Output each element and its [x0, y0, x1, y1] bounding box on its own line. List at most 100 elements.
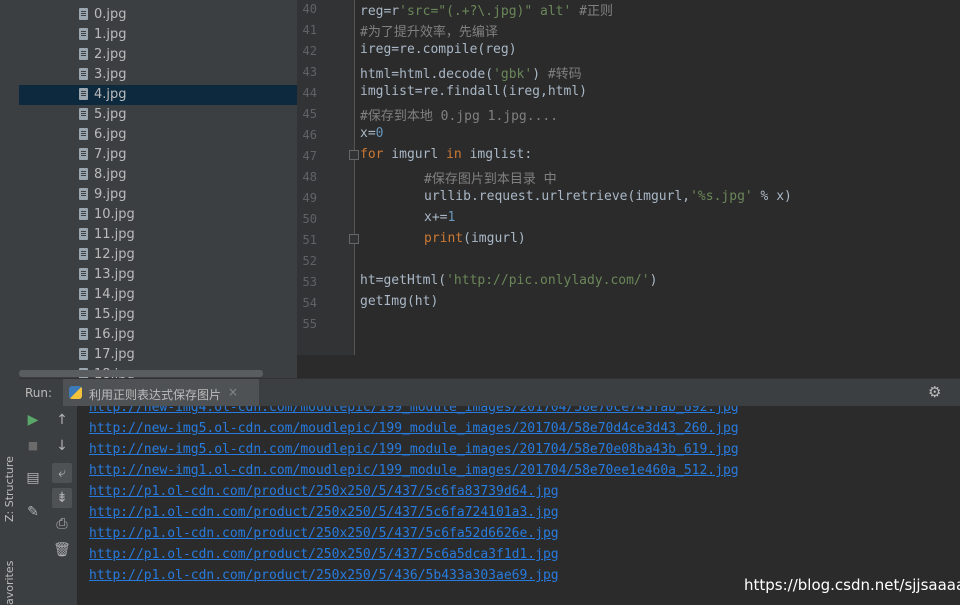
line-number: 53 — [302, 275, 317, 289]
tree-file-name: 16.jpg — [94, 327, 135, 342]
file-icon — [79, 228, 88, 240]
file-icon — [79, 168, 88, 180]
file-icon — [79, 68, 88, 80]
line-number: 48 — [302, 170, 317, 184]
fold-marker-icon[interactable] — [349, 234, 359, 244]
tree-file-name: 14.jpg — [94, 287, 135, 302]
print-icon[interactable]: ⎙ — [52, 514, 72, 534]
console-link[interactable]: http://p1.ol-cdn.com/product/250x250/5/4… — [89, 505, 559, 520]
tree-file-item[interactable]: 7.jpg — [19, 145, 297, 165]
tree-file-item[interactable]: 11.jpg — [19, 225, 297, 245]
console-link[interactable]: http://p1.ol-cdn.com/product/250x250/5/4… — [89, 526, 559, 541]
tree-file-item[interactable]: 10.jpg — [19, 205, 297, 225]
down-arrow-icon[interactable]: ↓ — [52, 436, 72, 456]
console-link[interactable]: http://new-img5.ol-cdn.com/moudlepic/199… — [89, 442, 739, 457]
code-line-41: #为了提升效率，先编译 — [360, 25, 498, 40]
tree-file-item[interactable]: 4.jpg — [19, 85, 297, 105]
tree-file-name: 3.jpg — [94, 67, 127, 82]
tree-file-item[interactable]: 5.jpg — [19, 105, 297, 125]
tree-file-name: 15.jpg — [94, 307, 135, 322]
favorites-tab-label: avorites — [3, 560, 16, 605]
tree-file-item[interactable]: 16.jpg — [19, 325, 297, 345]
tree-file-name: 5.jpg — [94, 107, 127, 122]
structure-tool-tab[interactable]: Z: Structure — [0, 456, 19, 540]
tree-file-name: 2.jpg — [94, 47, 127, 62]
console-link[interactable]: http://new-img4.ol-cdn.com/moudlepic/199… — [89, 406, 739, 415]
scroll-to-end-icon[interactable]: ⇟ — [52, 488, 72, 508]
pin-icon[interactable]: ✎ — [23, 502, 43, 522]
run-toolbar-secondary: ↑ ↓ ⤶ ⇟ ⎙ 🗑 — [47, 406, 78, 605]
file-icon — [79, 208, 88, 220]
file-icon — [79, 348, 88, 360]
tree-file-item[interactable]: 13.jpg — [19, 265, 297, 285]
up-arrow-icon[interactable]: ↑ — [52, 410, 72, 430]
soft-wrap-icon[interactable]: ⤶ — [52, 463, 72, 483]
line-number: 54 — [302, 296, 317, 310]
file-icon — [79, 48, 88, 60]
line-number: 49 — [302, 191, 317, 205]
trash-icon[interactable]: 🗑 — [52, 540, 72, 560]
line-number: 55 — [302, 317, 317, 331]
tree-file-item[interactable]: 9.jpg — [19, 185, 297, 205]
file-icon — [79, 248, 88, 260]
code-editor[interactable]: 40 41 42 43 44 45 46 47 48 49 50 51 52 53 54 55 reg=r's… — [297, 0, 960, 378]
run-toolbar-primary: ▶ ■ ▤ ✎ — [19, 406, 47, 605]
code-line-53: ht=getHtml('http://pic.onlylady.com/') — [360, 273, 658, 288]
tree-file-name: 6.jpg — [94, 127, 127, 142]
file-icon — [79, 288, 88, 300]
code-line-48: #保存图片到本目录 中 — [424, 172, 557, 187]
project-horizontal-scrollbar[interactable] — [19, 370, 263, 377]
tree-file-item[interactable]: 15.jpg — [19, 305, 297, 325]
fold-marker-icon[interactable] — [349, 150, 359, 160]
code-line-49: urllib.request.urlretrieve(imgurl,'%s.jp… — [424, 189, 792, 204]
code-line-54: getImg(ht) — [360, 294, 439, 309]
close-tab-button[interactable]: × — [228, 385, 238, 399]
line-number: 44 — [302, 86, 317, 100]
file-icon — [79, 108, 88, 120]
tree-file-name: 4.jpg — [94, 87, 127, 102]
console-link[interactable]: http://new-img5.ol-cdn.com/moudlepic/199… — [89, 421, 739, 436]
watermark: https://blog.csdn.net/sjjsaaaa — [744, 576, 960, 594]
code-line-45: #保存到本地 0.jpg 1.jpg.... — [360, 109, 559, 124]
tree-file-item[interactable]: 17.jpg — [19, 345, 297, 365]
code-line-44: imglist=re.findall(ireg,html) — [360, 84, 587, 99]
rerun-icon[interactable]: ▶ — [23, 410, 43, 430]
tree-file-name: 9.jpg — [94, 187, 127, 202]
code-line-43: html=html.decode('gbk') #转码 — [360, 67, 582, 82]
file-icon — [79, 308, 88, 320]
tree-file-item[interactable]: 8.jpg — [19, 165, 297, 185]
tree-file-item[interactable]: 3.jpg — [19, 65, 297, 85]
console-link[interactable]: http://new-img1.ol-cdn.com/moudlepic/199… — [89, 463, 739, 478]
left-tool-strip: Z: Structure avorites — [0, 0, 20, 605]
file-icon — [79, 188, 88, 200]
line-number: 42 — [302, 44, 317, 58]
tree-file-item[interactable]: 14.jpg — [19, 285, 297, 305]
structure-tab-label: Z: Structure — [3, 456, 16, 522]
console-link[interactable]: http://p1.ol-cdn.com/product/250x250/5/4… — [89, 484, 559, 499]
tree-file-item[interactable]: 6.jpg — [19, 125, 297, 145]
tree-file-item[interactable]: 2.jpg — [19, 45, 297, 65]
file-icon — [79, 28, 88, 40]
code-line-42: ireg=re.compile(reg) — [360, 42, 517, 57]
run-tool-window-header: Run: 利用正则表达式保存图片 × ⚙ — [19, 378, 960, 407]
project-tree: 0.jpg 1.jpg 2.jpg 3.jpg 4.jpg 5.jpg 6.jpg 7.jpg… — [19, 0, 297, 378]
tree-file-item[interactable]: 1.jpg — [19, 25, 297, 45]
line-number-gutter: 40 41 42 43 44 45 46 47 48 49 50 51 52 53 54 55 — [297, 0, 355, 355]
file-icon — [79, 328, 88, 340]
layout-icon[interactable]: ▤ — [23, 468, 43, 488]
file-icon — [79, 148, 88, 160]
favorites-tool-tab[interactable]: avorites — [0, 560, 19, 605]
console-link[interactable]: http://p1.ol-cdn.com/product/250x250/5/4… — [89, 547, 559, 562]
python-icon — [69, 386, 82, 399]
file-icon — [79, 88, 88, 100]
tree-file-name: 17.jpg — [94, 347, 135, 362]
gear-icon[interactable]: ⚙ — [928, 383, 941, 401]
file-icon — [79, 128, 88, 140]
tree-file-name: 10.jpg — [94, 207, 135, 222]
stop-icon[interactable]: ■ — [23, 436, 43, 456]
tree-file-item[interactable]: 12.jpg — [19, 245, 297, 265]
tree-file-item[interactable]: 0.jpg — [19, 5, 297, 25]
run-tab-title: 利用正则表达式保存图片 — [89, 388, 222, 402]
console-link[interactable]: http://p1.ol-cdn.com/product/250x250/5/4… — [89, 568, 559, 583]
run-config-tab[interactable]: 利用正则表达式保存图片 × — [63, 379, 259, 407]
